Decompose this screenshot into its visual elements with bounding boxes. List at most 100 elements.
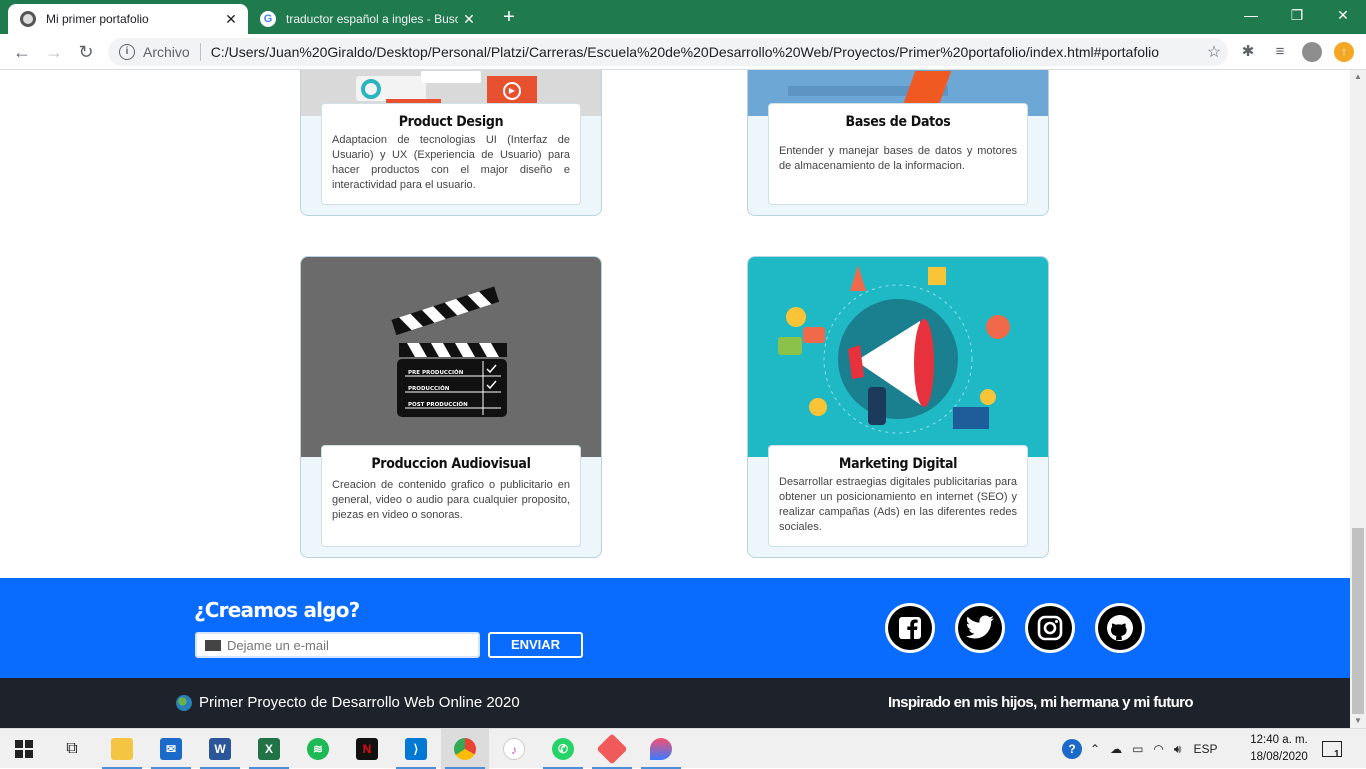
card-title: Marketing Digital	[838, 456, 958, 472]
taskbar-clock[interactable]: 12:40 a. m. 18/08/2020	[1244, 732, 1314, 766]
browser-titlebar: Mi primer portafolio ✕ G traductor españ…	[0, 0, 1366, 34]
address-url[interactable]: C:/Users/Juan%20Giraldo/Desktop/Personal…	[211, 44, 1200, 60]
send-button[interactable]: ENVIAR	[488, 632, 583, 658]
site-info-icon[interactable]: i	[119, 44, 135, 60]
page-favicon-icon	[20, 11, 36, 27]
card-description: Creacion de contenido grafico o publicit…	[332, 479, 570, 521]
taskbar-gitkraken[interactable]	[588, 729, 636, 769]
taskbar-whatsapp[interactable]: ✆	[539, 729, 587, 769]
close-tab-icon[interactable]: ✕	[220, 11, 242, 28]
extension-update-icon[interactable]: ↑	[1334, 42, 1354, 62]
profile-avatar[interactable]	[1302, 42, 1322, 62]
facebook-link[interactable]	[885, 603, 935, 653]
reload-button[interactable]: ↻	[74, 40, 98, 64]
browser-toolbar: ← → ↻ i Archivo C:/Users/Juan%20Giraldo/…	[0, 34, 1366, 70]
chevron-up-icon[interactable]: ⌃	[1090, 742, 1100, 756]
address-divider	[199, 43, 201, 61]
task-view-button[interactable]: ⧉	[48, 729, 96, 769]
notification-icon	[1322, 741, 1342, 757]
portfolio-card-marketing-digital[interactable]: Marketing Digital Desarrollar estraegias…	[747, 256, 1049, 558]
mail-app-icon: ✉	[160, 738, 182, 760]
tab-title: traductor español a ingles - Busc	[286, 12, 458, 26]
marketing-image	[748, 257, 1048, 457]
card-description: Entender y manejar bases de datos y moto…	[779, 145, 1017, 172]
tab-traductor[interactable]: G traductor español a ingles - Busc ✕	[250, 4, 486, 34]
close-window-button[interactable]: ✕	[1320, 0, 1366, 30]
minimize-button[interactable]: —	[1228, 0, 1274, 30]
help-icon[interactable]: ?	[1062, 739, 1082, 759]
taskbar-excel[interactable]: X	[245, 729, 293, 769]
scroll-down-arrow-icon[interactable]: ▼	[1350, 714, 1366, 728]
word-icon: W	[209, 738, 231, 760]
new-tab-button[interactable]: +	[498, 6, 520, 28]
git-app-icon	[596, 733, 628, 765]
footer-left: Primer Proyecto de Desarrollo Web Online…	[176, 694, 520, 711]
spotify-icon: ≋	[307, 738, 329, 760]
close-tab-icon[interactable]: ✕	[458, 11, 480, 28]
taskbar-chrome[interactable]	[441, 729, 489, 769]
back-button[interactable]: ←	[10, 40, 34, 64]
taskbar-itunes[interactable]: ♪	[490, 729, 538, 769]
media-control-icon[interactable]: ≡	[1270, 42, 1290, 62]
scrollbar-thumb[interactable]	[1352, 528, 1364, 714]
clapper-row-label: PRE PRODUCCIÓN	[408, 369, 464, 376]
task-view-icon: ⧉	[66, 740, 78, 757]
taskbar-spotify[interactable]: ≋	[294, 729, 342, 769]
card-info: Bases de Datos Entender y manejar bases …	[768, 103, 1028, 205]
email-input[interactable]	[227, 637, 478, 653]
start-button[interactable]	[0, 729, 48, 769]
portfolio-card-product-design[interactable]: ▶ Product Design Adaptacion de tecnologi…	[300, 70, 602, 216]
address-bar[interactable]: i Archivo C:/Users/Juan%20Giraldo/Deskto…	[108, 38, 1228, 66]
volume-icon[interactable]: 🔊︎	[1174, 742, 1182, 757]
site-footer: Primer Proyecto de Desarrollo Web Online…	[0, 678, 1350, 728]
card-title: Produccion Audiovisual	[371, 456, 531, 472]
google-favicon-icon: G	[260, 11, 276, 27]
tab-title: Mi primer portafolio	[46, 12, 149, 26]
card-description: Desarrollar estraegias digitales publici…	[779, 476, 1017, 533]
card-info: Marketing Digital Desarrollar estraegias…	[768, 445, 1028, 547]
scroll-up-arrow-icon[interactable]: ▲	[1350, 70, 1366, 84]
twitter-link[interactable]	[955, 603, 1005, 653]
battery-icon[interactable]: ▭	[1132, 742, 1143, 756]
whatsapp-icon: ✆	[552, 738, 574, 760]
globe-icon	[176, 694, 192, 711]
taskbar-word[interactable]: W	[196, 729, 244, 769]
card-info: Produccion Audiovisual Creacion de conte…	[321, 445, 581, 547]
taskbar-file-explorer[interactable]	[98, 729, 146, 769]
onedrive-icon[interactable]: ☁	[1110, 742, 1122, 756]
forward-button[interactable]: →	[42, 40, 66, 64]
itunes-icon: ♪	[503, 738, 525, 760]
windows-logo-icon	[15, 740, 33, 758]
github-icon	[1098, 606, 1142, 650]
extensions-puzzle-icon[interactable]: ✱	[1238, 42, 1258, 62]
bookmark-star-icon[interactable]: ☆	[1200, 42, 1228, 62]
clapper-row-label: PRODUCCIÓN	[408, 385, 450, 392]
taskbar-vscode[interactable]: ⟩	[392, 729, 440, 769]
folder-icon	[111, 738, 133, 760]
taskbar-netflix[interactable]: N	[343, 729, 391, 769]
mail-icon	[205, 639, 221, 651]
address-scheme: Archivo	[143, 44, 190, 60]
portfolio-card-produccion-audiovisual[interactable]: PRE PRODUCCIÓN PRODUCCIÓN POST PRODUCCIÓ…	[300, 256, 602, 558]
email-field[interactable]	[195, 632, 480, 658]
restore-button[interactable]: ❐	[1274, 0, 1320, 30]
card-info: Product Design Adaptacion de tecnologias…	[321, 103, 581, 205]
instagram-link[interactable]	[1025, 603, 1075, 653]
contact-heading: ¿Creamos algo?	[194, 598, 360, 622]
megaphone-icon	[778, 265, 1010, 434]
github-link[interactable]	[1095, 603, 1145, 653]
taskbar-paint-app[interactable]	[637, 729, 685, 769]
card-title: Product Design	[398, 114, 504, 130]
taskbar-mail[interactable]: ✉	[147, 729, 195, 769]
tab-mi-primer-portafolio[interactable]: Mi primer portafolio ✕	[8, 4, 248, 34]
vscode-icon: ⟩	[405, 738, 427, 760]
page-scrollbar[interactable]: ▲ ▼	[1350, 70, 1366, 728]
language-indicator[interactable]: ESP	[1193, 742, 1217, 756]
card-description: Adaptacion de tecnologias UI (Interfaz d…	[332, 134, 570, 191]
wifi-icon[interactable]: ◠	[1153, 742, 1163, 756]
chrome-icon	[454, 738, 476, 760]
clock-date: 18/08/2020	[1250, 751, 1308, 763]
notification-center[interactable]: 1	[1322, 729, 1342, 769]
portfolio-card-bases-de-datos[interactable]: Bases de Datos Entender y manejar bases …	[747, 70, 1049, 216]
page-viewport: ▶ Product Design Adaptacion de tecnologi…	[0, 70, 1350, 728]
